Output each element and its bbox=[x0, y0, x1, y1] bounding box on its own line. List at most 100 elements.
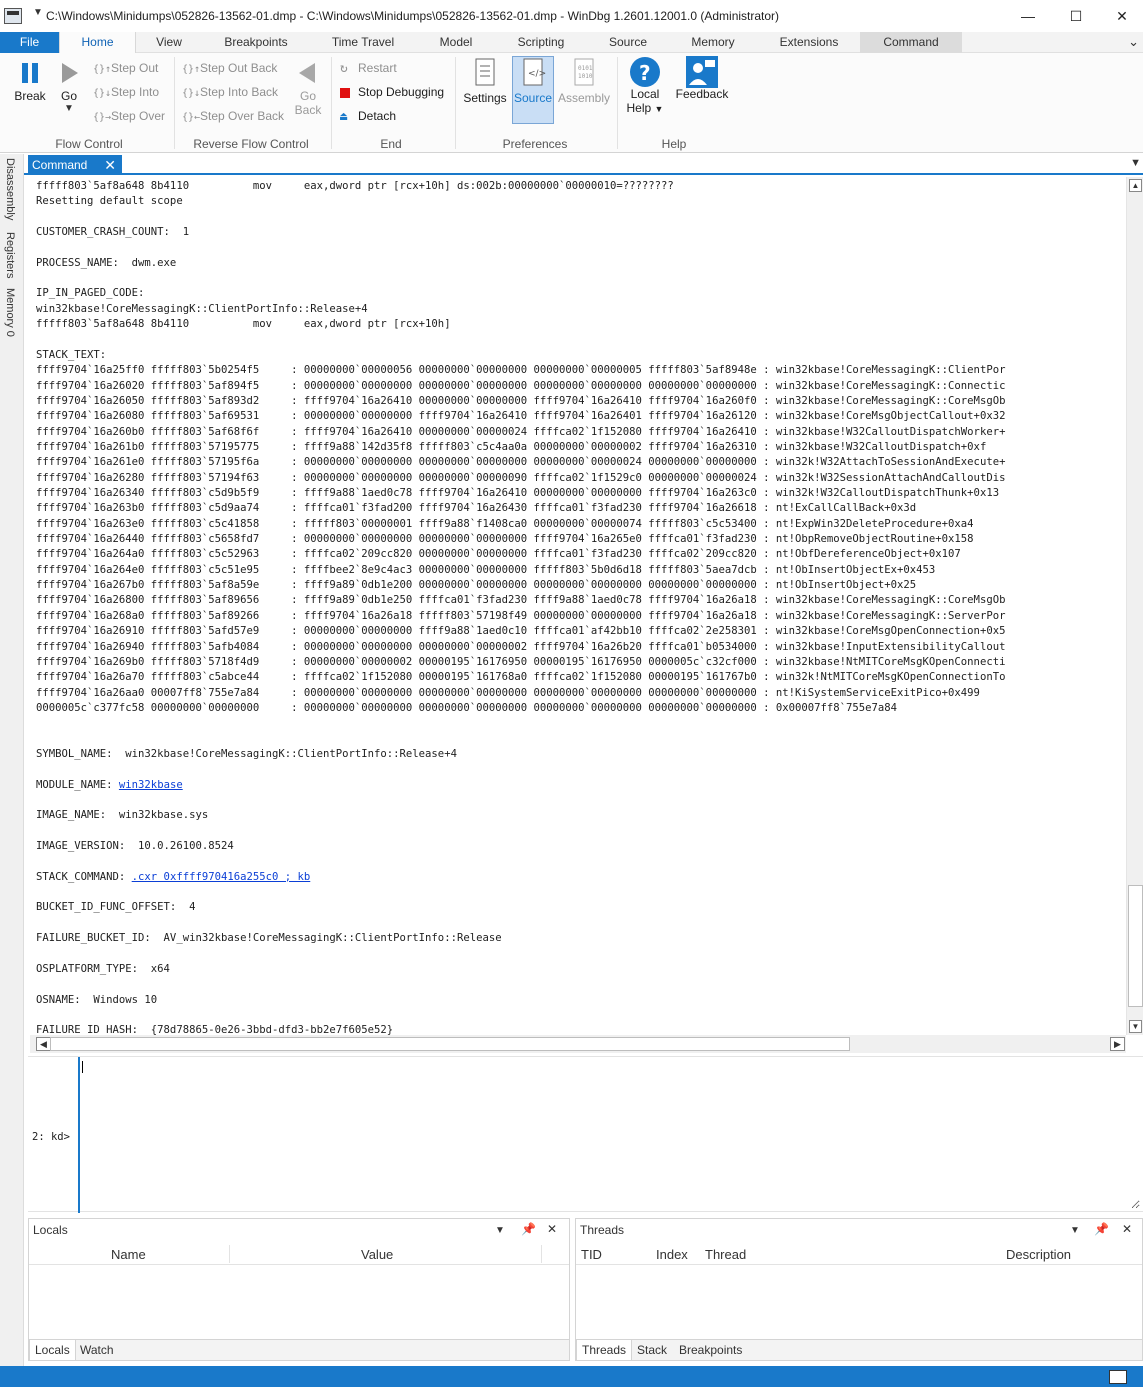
detach-button[interactable]: ⏏ Detach bbox=[340, 107, 396, 125]
help-question-icon: ? bbox=[630, 57, 660, 87]
horizontal-scrollbar[interactable]: ◀ ▶ bbox=[30, 1035, 1126, 1053]
chevron-down-icon[interactable]: ▼ bbox=[1130, 157, 1141, 169]
column-thread[interactable]: Thread bbox=[705, 1247, 746, 1262]
prompt-divider bbox=[78, 1057, 80, 1213]
command-tab[interactable]: Command ✕ bbox=[28, 155, 122, 175]
output-line: SYMBOL_NAME: win32kbase!CoreMessagingK::… bbox=[36, 747, 457, 760]
command-output[interactable]: fffff803`5af8a648 8b4110 mov eax,dword p… bbox=[30, 177, 1126, 1035]
column-value[interactable]: Value bbox=[361, 1247, 393, 1262]
scroll-left-icon[interactable]: ◀ bbox=[36, 1037, 51, 1051]
side-tab-disassembly[interactable]: Disassembly bbox=[4, 158, 16, 220]
scroll-right-icon[interactable]: ▶ bbox=[1110, 1037, 1125, 1051]
step-into-icon: {}↓ bbox=[93, 88, 112, 99]
tab-source[interactable]: Source bbox=[602, 32, 654, 53]
tab-locals[interactable]: Locals bbox=[29, 1340, 76, 1360]
feedback-button[interactable]: Feedback bbox=[674, 55, 730, 105]
maximize-button[interactable]: ☐ bbox=[1053, 0, 1099, 32]
column-description[interactable]: Description bbox=[1006, 1247, 1071, 1262]
chevron-down-icon[interactable]: ▼ bbox=[495, 1225, 505, 1236]
stack-command-link[interactable]: .cxr 0xffff970416a255c0 ; kb bbox=[132, 871, 311, 883]
output-line: ffff9704`16a267b0 fffff803`5af8a59e : ff… bbox=[36, 579, 917, 592]
pin-icon[interactable]: 📌 bbox=[521, 1222, 536, 1236]
tab-command[interactable]: Command bbox=[860, 32, 962, 53]
column-index[interactable]: Index bbox=[656, 1247, 688, 1262]
output-line: MODULE_NAME: win32kbase bbox=[36, 778, 183, 793]
tab-stack[interactable]: Stack bbox=[632, 1340, 672, 1360]
group-label-flow-control: Flow Control bbox=[55, 137, 123, 151]
minimize-button[interactable]: — bbox=[1005, 0, 1051, 32]
windbg-app-icon[interactable] bbox=[4, 8, 22, 24]
chevron-down-icon[interactable]: ⌄ bbox=[1128, 34, 1139, 50]
close-button[interactable]: ✕ bbox=[1099, 0, 1143, 32]
settings-document-icon bbox=[475, 58, 495, 86]
module-name-link[interactable]: win32kbase bbox=[119, 779, 183, 791]
text-caret bbox=[82, 1061, 83, 1073]
horizontal-scroll-thumb[interactable] bbox=[50, 1037, 850, 1051]
output-line: ffff9704`16a26940 fffff803`5afb4084 : 00… bbox=[36, 640, 1006, 653]
stop-debugging-button[interactable]: Stop Debugging bbox=[340, 83, 444, 101]
chevron-down-icon[interactable]: ▼ bbox=[1070, 1225, 1080, 1236]
output-line: PROCESS_NAME: dwm.exe bbox=[36, 256, 177, 269]
feedback-label: Feedback bbox=[675, 87, 729, 101]
source-button[interactable]: </> Source bbox=[512, 55, 554, 105]
chevron-down-icon[interactable]: ▼ bbox=[33, 7, 43, 18]
step-out-back-label: Step Out Back bbox=[200, 61, 278, 75]
side-tab-strip: Disassembly Registers Memory 0 bbox=[0, 154, 24, 1366]
close-icon[interactable]: ✕ bbox=[547, 1222, 557, 1236]
assembly-button[interactable]: 0101 1010 Assembly bbox=[556, 55, 612, 105]
scroll-up-icon[interactable]: ▲ bbox=[1129, 179, 1142, 192]
go-button[interactable]: Go ▼ bbox=[52, 55, 86, 114]
tab-file[interactable]: File bbox=[0, 32, 59, 53]
output-line: STACK_COMMAND: .cxr 0xffff970416a255c0 ;… bbox=[36, 870, 310, 885]
column-name[interactable]: Name bbox=[111, 1247, 146, 1262]
settings-label: Settings bbox=[463, 91, 507, 105]
notification-icon[interactable] bbox=[1109, 1370, 1127, 1384]
threads-pane-title: Threads bbox=[580, 1223, 625, 1237]
output-line: fffff803`5af8a648 8b4110 mov eax,dword p… bbox=[36, 318, 451, 331]
local-help-button[interactable]: ? Local Help ▼ bbox=[622, 55, 668, 115]
break-button[interactable]: Break bbox=[8, 55, 52, 103]
restart-button[interactable]: ↻ Restart bbox=[340, 59, 397, 77]
detach-icon: ⏏ bbox=[340, 109, 348, 123]
step-out-back-button[interactable]: {}↑Step Out Back bbox=[182, 59, 277, 77]
output-line: ffff9704`16a26aa0 00007ff8`755e7a84 : 00… bbox=[36, 686, 980, 699]
output-line: OSPLATFORM_TYPE: x64 bbox=[36, 962, 170, 975]
settings-button[interactable]: Settings bbox=[462, 55, 508, 105]
tab-model[interactable]: Model bbox=[432, 32, 480, 53]
column-separator[interactable] bbox=[541, 1245, 542, 1263]
scroll-down-icon[interactable]: ▼ bbox=[1129, 1020, 1142, 1033]
step-into-button[interactable]: {}↓Step Into bbox=[93, 83, 159, 101]
pin-icon[interactable]: 📌 bbox=[1094, 1222, 1109, 1236]
tab-time-travel[interactable]: Time Travel bbox=[324, 32, 402, 53]
tab-watch[interactable]: Watch bbox=[75, 1340, 119, 1360]
tab-threads[interactable]: Threads bbox=[576, 1340, 633, 1360]
side-tab-registers[interactable]: Registers bbox=[4, 232, 16, 278]
output-line: ffff9704`16a26340 fffff803`c5d9b5f9 : ff… bbox=[36, 487, 1000, 499]
close-icon[interactable]: ✕ bbox=[1122, 1222, 1132, 1236]
vertical-scrollbar[interactable]: ▲ ▼ bbox=[1126, 177, 1143, 1035]
tab-extensions[interactable]: Extensions bbox=[772, 32, 846, 53]
step-over-back-button[interactable]: {}←Step Over Back bbox=[182, 107, 284, 125]
step-into-back-button[interactable]: {}↓Step Into Back bbox=[182, 83, 278, 101]
go-back-button[interactable]: Go Back bbox=[292, 55, 324, 117]
step-over-button[interactable]: {}→Step Over bbox=[93, 107, 165, 125]
column-tid[interactable]: TID bbox=[581, 1247, 602, 1262]
tab-breakpoints-pane[interactable]: Breakpoints bbox=[674, 1340, 747, 1360]
step-into-back-icon: {}↓ bbox=[182, 88, 201, 99]
close-icon[interactable]: ✕ bbox=[104, 155, 116, 175]
output-line: ffff9704`16a268a0 fffff803`5af89266 : ff… bbox=[36, 609, 1006, 622]
step-out-button[interactable]: {}↑Step Out bbox=[93, 59, 158, 77]
group-separator bbox=[617, 57, 618, 149]
tab-home[interactable]: Home bbox=[59, 32, 136, 53]
tab-view[interactable]: View bbox=[148, 32, 190, 53]
column-separator[interactable] bbox=[229, 1245, 230, 1263]
side-tab-memory-0[interactable]: Memory 0 bbox=[4, 288, 16, 337]
step-out-icon: {}↑ bbox=[93, 64, 112, 75]
title-bar: ▼ C:\Windows\Minidumps\052826-13562-01.d… bbox=[0, 0, 1143, 32]
tab-scripting[interactable]: Scripting bbox=[508, 32, 574, 53]
tab-memory[interactable]: Memory bbox=[684, 32, 742, 53]
tab-breakpoints[interactable]: Breakpoints bbox=[216, 32, 296, 53]
output-line: IMAGE_VERSION: 10.0.26100.8524 bbox=[36, 840, 234, 853]
vertical-scroll-thumb[interactable] bbox=[1128, 885, 1143, 1007]
command-input[interactable] bbox=[82, 1059, 1140, 1209]
